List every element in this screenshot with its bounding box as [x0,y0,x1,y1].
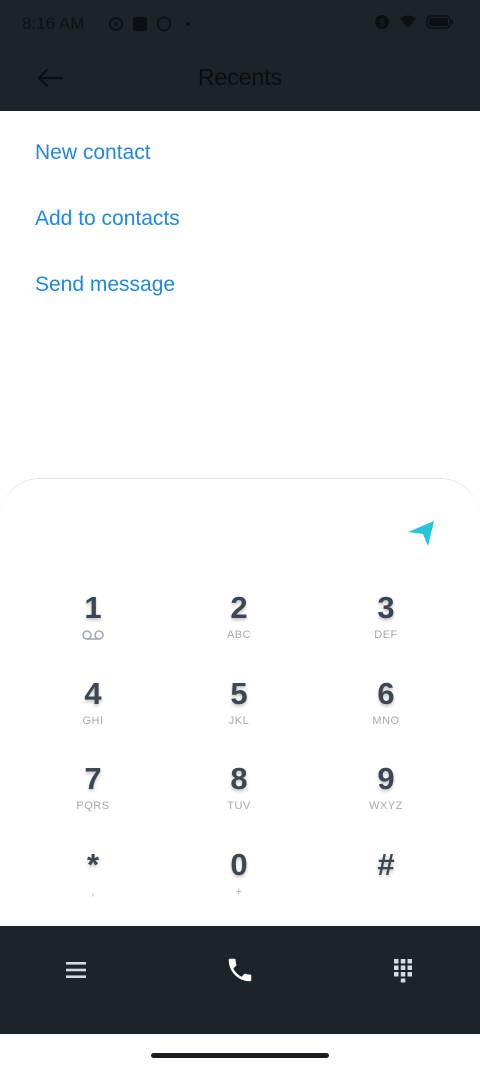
dial-digit: 2 [230,590,248,625]
send-message-link[interactable]: Send message [35,273,175,297]
dialpad-icon [394,959,412,983]
dial-digit: * [86,847,100,882]
dial-key-2[interactable]: 2 ABC [179,591,299,661]
page-title: Recents [197,64,283,90]
dial-letters: MNO [372,715,400,727]
menu-button[interactable] [51,948,101,992]
dial-letters: GHI [82,715,104,727]
gesture-area [0,1034,480,1066]
dial-key-3[interactable]: 3 DEF [326,591,446,661]
dial-digit: 9 [377,761,395,796]
dial-key-0[interactable]: 0 + [179,848,299,918]
call-button[interactable] [215,948,265,992]
status-time: 8:16 AM [22,14,85,33]
dial-letters: TUV [227,800,251,812]
dial-key-5[interactable]: 5 JKL [179,677,299,747]
send-button[interactable] [406,518,436,548]
dial-letters: JKL [228,715,250,727]
dial-digit: 3 [377,590,395,625]
dialer-panel: 1 2 ABC 3 DEF 4 GHI 5 JKL 6 MNO 7 PQRS 8… [0,478,480,927]
send-icon [408,521,434,546]
dial-letters: , [91,886,95,898]
bottom-nav [0,926,480,1034]
dial-letters: ABC [226,629,252,641]
dial-digit: # [377,847,395,882]
dial-letters: WXYZ [369,800,403,812]
dial-digit: 6 [377,676,395,711]
dial-digit: 1 [84,590,102,625]
dial-key-4[interactable]: 4 GHI [33,677,153,747]
dial-digit: 4 [84,676,102,711]
status-bar: 8:16 AM $ [0,0,480,50]
dial-letters: DEF [374,629,398,641]
phone-icon [228,958,252,982]
notification-app-icon [109,17,123,31]
shield-app-icon [157,16,171,32]
home-gesture-bar[interactable] [151,1053,329,1058]
menu-icon [66,962,86,978]
app-bar: Recents [0,50,480,111]
dial-digit: 8 [230,761,248,796]
dial-digit: 0 [230,847,248,882]
dial-digit: 5 [230,676,248,711]
battery-icon [426,15,453,29]
add-to-contacts-link[interactable]: Add to contacts [35,207,180,231]
dial-key-8[interactable]: 8 TUV [179,762,299,832]
svg-text:$: $ [379,18,385,29]
dial-digit: 7 [84,761,102,796]
new-contact-link[interactable]: New contact [35,141,151,165]
dial-key-hash[interactable]: # [326,848,446,918]
dial-letters: PQRS [76,800,110,812]
dial-letters: + [235,886,243,898]
notification-icons [108,16,190,32]
dial-key-7[interactable]: 7 PQRS [33,762,153,832]
square-app-icon [133,17,147,31]
wifi-icon [400,15,416,28]
dial-key-star[interactable]: * , [33,848,153,918]
data-saver-icon: $ [375,15,389,29]
dial-key-6[interactable]: 6 MNO [326,677,446,747]
voicemail-icon [33,629,153,644]
more-notifications-dot [186,22,190,26]
system-icons: $ [374,14,454,30]
dial-key-9[interactable]: 9 WXYZ [326,762,446,832]
dial-key-1[interactable]: 1 [33,591,153,661]
dialpad-button[interactable] [378,948,428,992]
